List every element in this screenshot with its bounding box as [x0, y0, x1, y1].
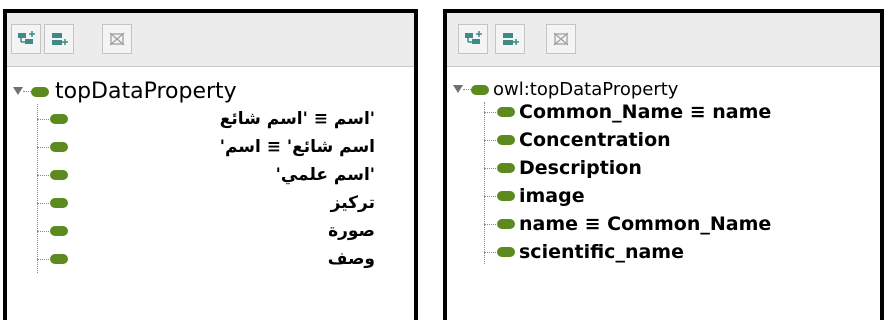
tree-item[interactable]: name ≡ Common_Name	[484, 210, 874, 238]
data-property-icon	[497, 163, 515, 173]
property-label: Concentration	[519, 129, 671, 151]
tree-item[interactable]: صورة	[37, 217, 417, 245]
tree-connector	[484, 196, 496, 197]
left-property-panel: topDataProperty 'اسم ≡ 'اسم شائع اسم شائ…	[3, 9, 418, 320]
tree-connector	[463, 89, 471, 90]
property-toolbar	[447, 13, 880, 67]
property-label: وصف	[327, 249, 375, 269]
tree-connector	[37, 259, 49, 260]
data-property-icon	[497, 135, 515, 145]
tree-connector	[37, 231, 49, 232]
data-property-icon	[471, 85, 489, 95]
tree-item[interactable]: Description	[484, 154, 874, 182]
property-label: Common_Name ≡ name	[519, 101, 772, 123]
tree-item[interactable]: Common_Name ≡ name	[484, 98, 874, 126]
expand-arrow-icon[interactable]	[13, 87, 23, 95]
tree-item[interactable]: وصف	[37, 245, 417, 273]
property-label: Description	[519, 157, 642, 179]
data-property-icon	[31, 87, 49, 97]
delete-property-button[interactable]	[102, 24, 132, 54]
data-property-icon	[50, 170, 68, 180]
tree-connector	[484, 168, 496, 169]
data-property-icon	[50, 226, 68, 236]
tree-item[interactable]: 'اسم ≡ 'اسم شائع	[37, 105, 417, 133]
root-property-label: topDataProperty	[55, 79, 237, 104]
data-property-icon	[50, 254, 68, 264]
property-label: 'اسم علمي'	[275, 165, 375, 185]
tree-item[interactable]: Concentration	[484, 126, 874, 154]
data-property-icon	[497, 107, 515, 117]
data-property-icon	[50, 198, 68, 208]
property-label: تركيز	[330, 193, 375, 213]
tree-connector	[484, 224, 496, 225]
property-toolbar	[7, 13, 414, 67]
tree-item[interactable]: اسم شائع' ≡ اسم'	[37, 133, 417, 161]
property-label: scientific_name	[519, 241, 684, 263]
add-sibling-property-icon	[52, 33, 68, 45]
tree-connector	[484, 112, 496, 113]
data-property-icon	[497, 219, 515, 229]
data-property-icon	[50, 114, 68, 124]
add-sibling-property-icon	[503, 33, 519, 45]
tree-connector	[37, 203, 49, 204]
property-tree: owl:topDataProperty Common_Name ≡ name C…	[447, 67, 880, 320]
add-sibling-property-button[interactable]	[44, 24, 74, 54]
property-label: 'اسم ≡ 'اسم شائع	[219, 109, 375, 129]
property-label: صورة	[328, 221, 375, 241]
add-subproperty-button[interactable]	[458, 24, 488, 54]
property-label: name ≡ Common_Name	[519, 213, 772, 235]
tree-connector	[37, 175, 49, 176]
add-subproperty-icon	[465, 31, 482, 44]
delete-icon	[109, 32, 125, 46]
add-subproperty-icon	[18, 31, 35, 44]
data-property-icon	[50, 142, 68, 152]
add-sibling-property-button[interactable]	[495, 24, 525, 54]
property-label: اسم شائع' ≡ اسم'	[219, 137, 375, 157]
right-property-panel: owl:topDataProperty Common_Name ≡ name C…	[443, 9, 884, 320]
tree-item[interactable]: تركيز	[37, 189, 417, 217]
expand-arrow-icon[interactable]	[453, 85, 463, 93]
tree-item[interactable]: scientific_name	[484, 238, 874, 266]
tree-item[interactable]: image	[484, 182, 874, 210]
tree-connector	[37, 147, 49, 148]
add-subproperty-button[interactable]	[11, 24, 41, 54]
data-property-icon	[497, 191, 515, 201]
property-label: image	[519, 185, 585, 207]
tree-connector	[23, 91, 31, 92]
tree-connector	[484, 252, 496, 253]
tree-item[interactable]: 'اسم علمي'	[37, 161, 417, 189]
tree-connector	[484, 140, 496, 141]
property-tree: topDataProperty 'اسم ≡ 'اسم شائع اسم شائ…	[7, 67, 414, 320]
delete-property-button[interactable]	[546, 24, 576, 54]
tree-connector	[37, 119, 49, 120]
delete-icon	[553, 32, 569, 46]
data-property-icon	[497, 247, 515, 257]
